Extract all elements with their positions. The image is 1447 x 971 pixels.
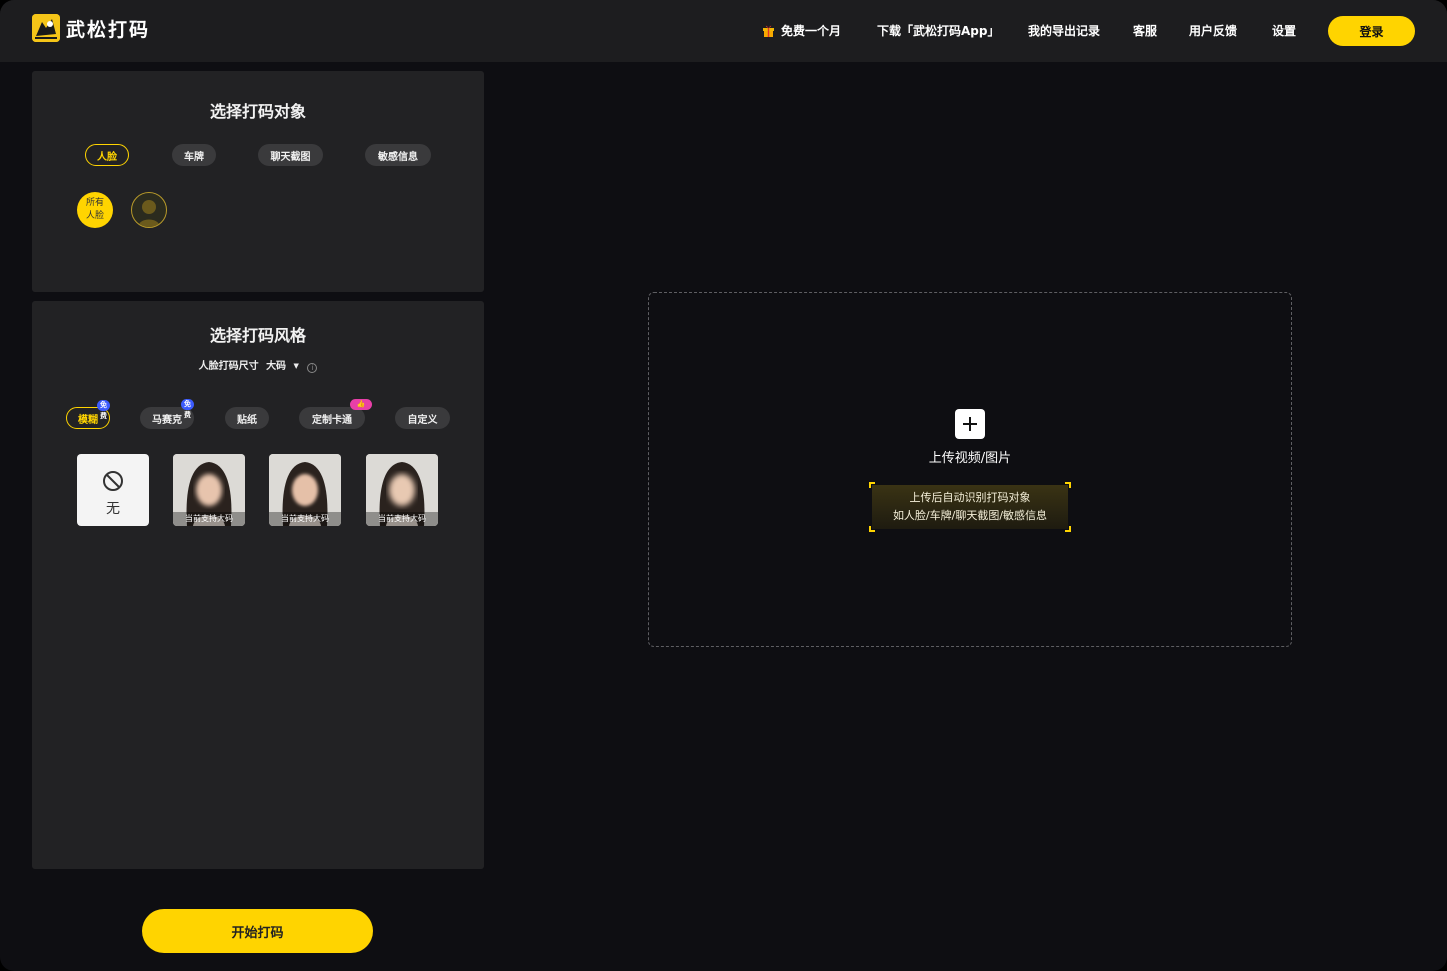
style-tab-custom-cartoon-label: 定制卡通 (312, 414, 352, 426)
all-faces-option[interactable]: 所有 人脸 (77, 192, 113, 228)
free-badge: 免费 (181, 399, 194, 419)
face-size-label: 人脸打码尺寸 (198, 361, 259, 372)
all-faces-label-line2: 人脸 (85, 211, 104, 221)
info-icon[interactable]: i (307, 363, 318, 373)
style-option-none-label: 无 (106, 501, 120, 517)
dropdown-arrow-icon: ▼ (293, 362, 299, 370)
nav-download-app[interactable]: 下载「武松打码App」 (877, 23, 999, 39)
hint-corner (869, 526, 875, 532)
top-navigation-bar: 武松打码 免费一个月 下载「武松打码App」 我的导出记录 客服 用户反馈 设置… (0, 0, 1447, 62)
thumb-caption: 当前支持大码 (269, 512, 341, 526)
style-option-blur-preview[interactable]: 当前支持大码 (173, 454, 245, 526)
upload-label: 上传视频/图片 (928, 451, 1012, 466)
tab-license-plate[interactable]: 车牌 (172, 144, 216, 166)
all-faces-label-line1: 所有 (85, 198, 104, 208)
hint-corner (1065, 482, 1071, 488)
style-tab-blur-label: 模糊 (78, 414, 98, 426)
gift-icon (763, 25, 774, 37)
thumb-caption: 当前支持大码 (366, 512, 438, 526)
upload-hint: 上传后自动识别打码对象 如人脸/车牌/聊天截图/敏感信息 (869, 482, 1071, 532)
style-selection-panel: 选择打码风格 人脸打码尺寸 大码 ▼ i 模糊 免费 马赛克 免费 贴纸 定制卡… (32, 301, 484, 869)
tab-sensitive-info[interactable]: 敏感信息 (365, 144, 431, 166)
thumb-caption: 当前支持大码 (173, 512, 245, 526)
face-size-selector[interactable]: 人脸打码尺寸 大码 ▼ i (32, 357, 484, 373)
upload-hint-line2: 如人脸/车牌/聊天截图/敏感信息 (892, 509, 1048, 522)
nav-customer-service[interactable]: 客服 (1133, 23, 1157, 39)
detected-face-avatar[interactable] (131, 192, 167, 228)
style-option-mosaic-preview[interactable]: 当前支持大码 (269, 454, 341, 526)
target-selection-panel: 选择打码对象 人脸 车牌 聊天截图 敏感信息 所有 人脸 (32, 71, 484, 292)
style-tab-custom[interactable]: 自定义 (395, 407, 450, 429)
style-option-none[interactable]: 无 (77, 454, 149, 526)
person-silhouette-icon (138, 200, 160, 227)
app-window: 武松打码 免费一个月 下载「武松打码App」 我的导出记录 客服 用户反馈 设置… (0, 0, 1447, 971)
hint-corner (869, 482, 875, 488)
upload-hint-line1: 上传后自动识别打码对象 (909, 491, 1031, 504)
style-tab-custom-cartoon[interactable]: 定制卡通 👍 (299, 399, 372, 429)
recommended-thumb-badge: 👍 (350, 399, 372, 410)
face-size-value: 大码 (266, 361, 287, 372)
logo[interactable]: 武松打码 (32, 14, 150, 42)
nav-free-month-label: 免费一个月 (781, 24, 842, 38)
hint-corner (1065, 526, 1071, 532)
nav-feedback[interactable]: 用户反馈 (1189, 23, 1237, 39)
plus-icon (955, 409, 985, 439)
style-panel-title: 选择打码风格 (209, 326, 306, 345)
tab-face[interactable]: 人脸 (85, 144, 129, 166)
style-tab-mosaic[interactable]: 马赛克 免费 (140, 399, 194, 429)
nav-free-month[interactable]: 免费一个月 (762, 23, 841, 39)
style-tab-mosaic-label: 马赛克 (152, 414, 182, 426)
login-button[interactable]: 登录 (1328, 16, 1415, 46)
upload-dropzone[interactable]: 上传视频/图片 上传后自动识别打码对象 如人脸/车牌/聊天截图/敏感信息 (648, 292, 1292, 647)
style-option-pixel-preview[interactable]: 当前支持大码 (366, 454, 438, 526)
logo-mascot-icon (32, 14, 60, 42)
nav-settings[interactable]: 设置 (1272, 23, 1296, 39)
tab-chat-screenshot[interactable]: 聊天截图 (258, 144, 323, 166)
style-tab-sticker[interactable]: 贴纸 (225, 407, 269, 429)
target-panel-title: 选择打码对象 (209, 102, 306, 121)
free-badge: 免费 (97, 400, 110, 420)
logo-text: 武松打码 (66, 18, 151, 41)
nav-export-records[interactable]: 我的导出记录 (1028, 23, 1100, 39)
start-masking-button[interactable]: 开始打码 (142, 909, 373, 953)
style-tab-blur[interactable]: 模糊 免费 (66, 400, 110, 429)
